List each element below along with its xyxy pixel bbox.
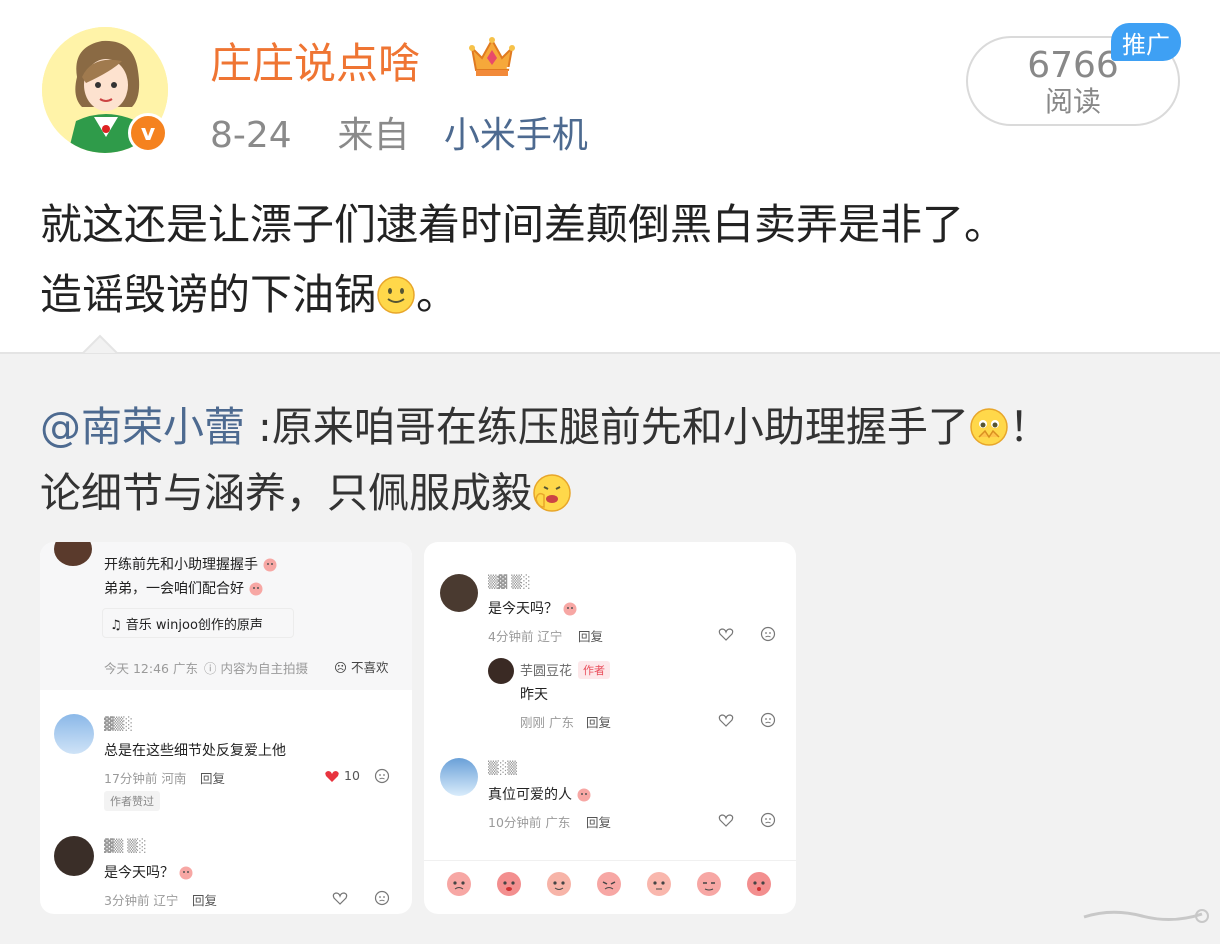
post-card: v 庄庄说点啥 7 8-24 来自 小米手机 6766 阅读 推广 就这还是让漂…: [0, 0, 1220, 352]
repost-image-left[interactable]: 开练前先和小助理握握手 弟弟，一会咱们配合好 ♫ 音乐 winjoo创作的原声 …: [40, 542, 412, 914]
comment-text-body: 真位可爱的人: [488, 787, 572, 803]
peach-emoji-icon: [577, 788, 591, 802]
comment-text: 是今天吗？: [104, 862, 194, 882]
peach-emoji-icon: [597, 872, 621, 896]
reply-meta: 刚刚 广东: [520, 715, 574, 730]
dislike-face-icon: [760, 812, 776, 828]
commenter-avatar: [54, 714, 94, 754]
comment-text: 是今天吗？: [488, 598, 578, 618]
post-body: 就这还是让漂子们逮着时间差颠倒黑白卖弄是非了。 造谣毁谤的下油锅 。: [40, 190, 1190, 330]
peach-emoji-icon: [547, 872, 571, 896]
repost-image-right[interactable]: ▒▓ ▒░ 是今天吗？ 4分钟前 辽宁 回复 芋圆豆花 作者 昨天 刚刚 广东 回…: [424, 542, 796, 914]
image-caption-line1-text: 开练前先和小助理握握手: [104, 557, 258, 573]
peach-emoji-icon: [179, 866, 193, 880]
emoji-bar-divider: [424, 860, 796, 861]
post-text-line2-b: 。: [416, 270, 459, 319]
image-dislike: ☹ 不喜欢: [334, 660, 389, 675]
reply-name: 芋圆豆花 作者: [520, 660, 611, 679]
repost-body: @南荣小蕾 :原来咱哥在练压腿前先和小助理握手了 ！ 论细节与涵养，只佩服成毅: [40, 394, 1190, 526]
repost-text-line1: @南荣小蕾 :原来咱哥在练压腿前先和小助理握手了 ！: [40, 394, 1190, 460]
author-avatar[interactable]: v: [42, 27, 168, 153]
peach-emoji-icon: [697, 872, 721, 896]
image-dislike-text: 不喜欢: [351, 660, 389, 675]
comment-meta: 17分钟前 河南: [104, 771, 187, 786]
like-count: 10: [344, 768, 360, 783]
post-meta: 8-24 来自 小米手机: [210, 106, 588, 158]
post-date: 8-24: [210, 115, 292, 156]
author-name[interactable]: 庄庄说点啥: [210, 30, 420, 91]
music-label: ♫ 音乐 winjoo创作的原声: [110, 618, 263, 633]
dislike-face-icon: [760, 626, 776, 642]
comment-reply: 回复: [200, 771, 226, 786]
mention-link[interactable]: @南荣小蕾: [40, 403, 245, 451]
image-caption-line1: 开练前先和小助理握握手: [104, 554, 278, 574]
crown-icon: 7: [469, 37, 515, 79]
heart-outline-icon: [718, 628, 734, 641]
author-liked-badge: 作者赞过: [104, 791, 160, 811]
reply-text: 昨天: [520, 687, 548, 703]
comment-text: 真位可爱的人: [488, 784, 592, 804]
comment-text-body: 是今天吗？: [104, 865, 174, 881]
repost-text-line1-body: :原来咱哥在练压腿前先和小助理握手了: [245, 403, 969, 451]
commenter-avatar: [440, 758, 478, 796]
comment-text: 总是在这些细节处反复爱上他: [104, 743, 286, 759]
post-text-line1: 就这还是让漂子们逮着时间差颠倒黑白卖弄是非了。: [40, 200, 1007, 249]
comment-meta: 10分钟前 广东: [488, 815, 571, 830]
smile-emoji-icon: [377, 276, 415, 314]
repost-card[interactable]: @南荣小蕾 :原来咱哥在练压腿前先和小助理握手了 ！ 论细节与涵养，只佩服成毅 …: [0, 334, 1220, 944]
comment-reply: 回复: [578, 629, 604, 644]
music-label-text: 音乐 winjoo创作的原声: [125, 618, 263, 633]
heart-outline-icon: [718, 814, 734, 827]
comment-reply: 回复: [192, 893, 218, 908]
post-from-label: 来自: [337, 115, 410, 156]
image-caption-line2-text: 弟弟，一会咱们配合好: [104, 581, 244, 597]
dislike-face-icon: [374, 768, 390, 784]
heart-icon: [325, 771, 339, 782]
image-post-time: 今天 12:46 广东: [104, 661, 198, 676]
commenter-name-blurred: ▓▒ ▒░: [104, 838, 147, 853]
reply-avatar: [488, 658, 514, 684]
comment-text-body: 是今天吗？: [488, 601, 558, 617]
post-text-line2-a: 造谣毁谤的下油锅: [40, 270, 377, 319]
repost-text-line2: 论细节与涵养，只佩服成毅: [40, 460, 1190, 526]
dislike-face-icon: [374, 890, 390, 906]
verified-badge-icon: v: [128, 113, 168, 153]
comment-reply: 回复: [586, 815, 612, 830]
watermark-logo: [1083, 909, 1209, 923]
comment-meta: 4分钟前 辽宁: [488, 629, 563, 644]
image-caption-line2: 弟弟，一会咱们配合好: [104, 578, 264, 598]
commenter-avatar: [440, 574, 478, 612]
peach-emoji-icon: [249, 582, 263, 596]
post-source-link[interactable]: 小米手机: [444, 115, 588, 156]
peach-emoji-icon: [647, 872, 671, 896]
repost-notch: [82, 334, 118, 370]
pleading-emoji-icon: [970, 408, 1008, 446]
image-self-shot: ⓘ 内容为自主拍摄: [204, 661, 308, 676]
author-tag: 作者: [578, 661, 611, 679]
emoji-bar: [440, 868, 796, 904]
peach-emoji-icon: [747, 872, 771, 896]
peach-emoji-icon: [263, 558, 277, 572]
repost-text-line2-body: 论细节与涵养，只佩服成毅: [40, 469, 532, 517]
repost-text-line1-end: ！: [1008, 403, 1050, 451]
peach-emoji-icon: [563, 602, 577, 616]
promo-badge[interactable]: 推广: [1111, 23, 1181, 61]
post-text-line2: 造谣毁谤的下油锅 。: [40, 260, 1190, 330]
comment-reply: 回复: [586, 715, 612, 730]
reply-name-text: 芋圆豆花: [520, 664, 573, 679]
read-count-label: 阅读: [1044, 85, 1101, 118]
thumbs-up-emoji-icon: [533, 474, 571, 512]
peach-emoji-icon: [447, 872, 471, 896]
image-self-shot-text: 内容为自主拍摄: [220, 661, 308, 676]
svg-text:7: 7: [506, 65, 514, 79]
commenter-avatar: [54, 836, 94, 876]
commenter-name-blurred: ▒░▒: [488, 760, 517, 775]
heart-outline-icon: [718, 714, 734, 727]
commenter-name-blurred: ▓▒░: [104, 716, 133, 731]
heart-outline-icon: [332, 892, 348, 905]
commenter-name-blurred: ▒▓ ▒░: [488, 574, 531, 589]
dislike-face-icon: [760, 712, 776, 728]
peach-emoji-icon: [497, 872, 521, 896]
comment-meta: 3分钟前 辽宁: [104, 893, 179, 908]
